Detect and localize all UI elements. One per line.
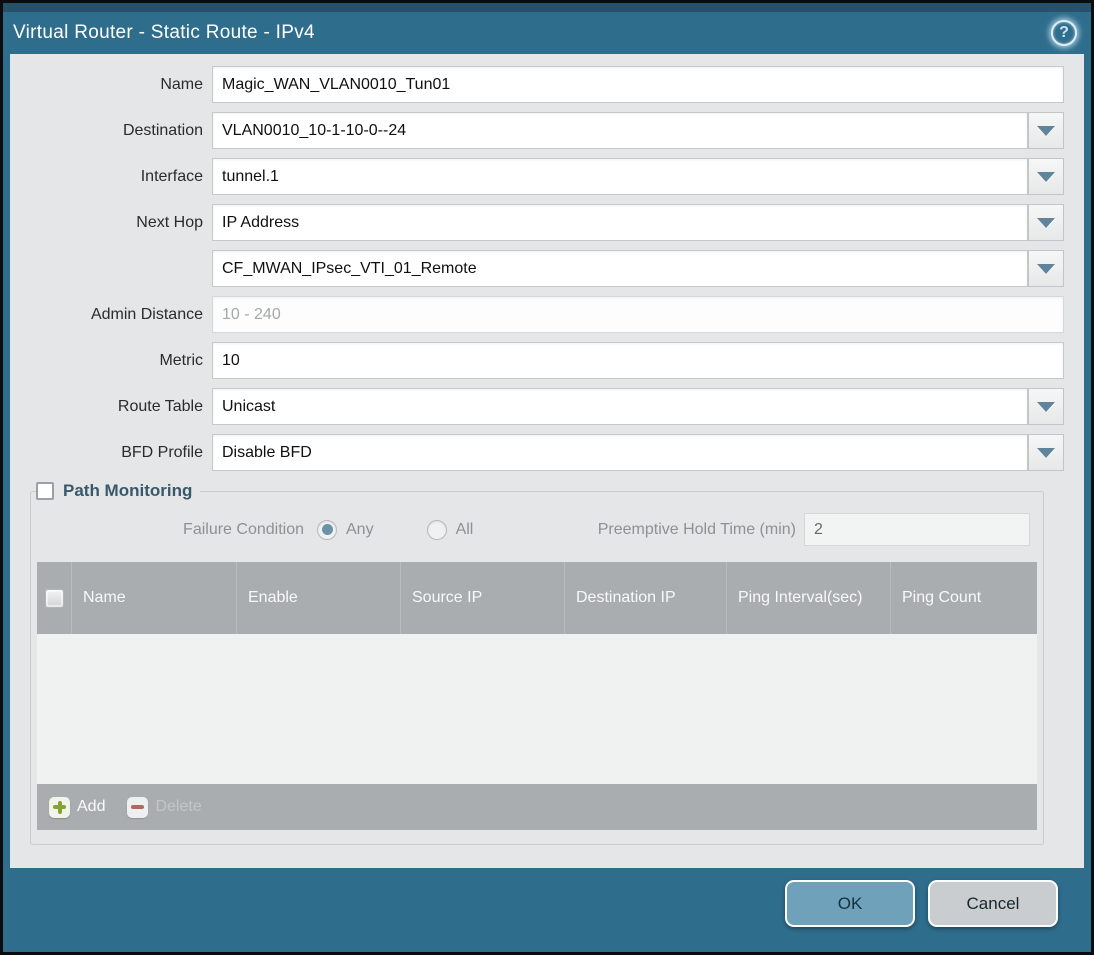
- chevron-down-icon: [1037, 401, 1055, 412]
- admin-distance-field: [212, 296, 1064, 333]
- metric-label: Metric: [159, 352, 203, 369]
- bfd-profile-label: BFD Profile: [121, 444, 203, 461]
- chevron-down-icon: [1037, 171, 1055, 182]
- route-table-dropdown-button[interactable]: [1028, 388, 1064, 425]
- title-bar: Virtual Router - Static Route - IPv4 ?: [3, 12, 1091, 54]
- path-monitoring-label: Path Monitoring: [63, 481, 193, 500]
- name-field: [212, 66, 1064, 103]
- path-monitoring-table: Name Enable Source IP Destination IP Pin…: [37, 562, 1037, 830]
- admin-distance-label: Admin Distance: [90, 306, 203, 323]
- route-table-row: Route Table: [10, 388, 1064, 425]
- dialog-content: Name Destination Interface: [10, 54, 1084, 868]
- table-header-row: Name Enable Source IP Destination IP Pin…: [37, 562, 1037, 634]
- destination-field: [212, 112, 1064, 149]
- minus-icon: [127, 796, 149, 818]
- next-hop-field: [212, 204, 1064, 241]
- interface-dropdown-button[interactable]: [1028, 158, 1064, 195]
- failure-condition-radio-any[interactable]: [317, 519, 337, 540]
- interface-row: Interface: [10, 158, 1064, 195]
- table-header-select-all: [37, 562, 72, 634]
- interface-label: Interface: [140, 168, 203, 185]
- column-header-ping-interval[interactable]: Ping Interval(sec): [727, 562, 891, 634]
- metric-row: Metric: [10, 342, 1064, 379]
- bfd-profile-dropdown-button[interactable]: [1028, 434, 1064, 471]
- next-hop-address-input[interactable]: [212, 250, 1028, 287]
- name-row: Name: [10, 66, 1064, 103]
- interface-field: [212, 158, 1064, 195]
- dialog-title: Virtual Router - Static Route - IPv4: [13, 22, 315, 43]
- table-body-empty: [37, 634, 1037, 784]
- next-hop-address-field: [212, 250, 1064, 287]
- admin-distance-row: Admin Distance: [10, 296, 1064, 333]
- preemptive-hold-time-input[interactable]: [804, 513, 1030, 546]
- chevron-down-icon: [1037, 447, 1055, 458]
- failure-condition-radio-all[interactable]: [426, 519, 447, 540]
- radio-all-label: All: [455, 520, 474, 538]
- name-input[interactable]: [212, 66, 1064, 103]
- chevron-down-icon: [1037, 217, 1055, 228]
- path-monitoring-fieldset: Path Monitoring Failure Condition Any Al…: [30, 481, 1044, 845]
- destination-input[interactable]: [212, 112, 1028, 149]
- add-button[interactable]: Add: [49, 796, 106, 818]
- next-hop-type-input[interactable]: [212, 204, 1028, 241]
- delete-button[interactable]: Delete: [127, 796, 202, 818]
- path-monitoring-checkbox[interactable]: [36, 482, 54, 500]
- chevron-down-icon: [1037, 125, 1055, 136]
- plus-icon: [49, 796, 70, 818]
- delete-button-label: Delete: [155, 798, 202, 815]
- column-header-enable[interactable]: Enable: [237, 562, 401, 634]
- metric-input[interactable]: [212, 342, 1064, 379]
- name-label: Name: [160, 76, 203, 93]
- destination-row: Destination: [10, 112, 1064, 149]
- bfd-profile-field: [212, 434, 1064, 471]
- column-header-ping-count[interactable]: Ping Count: [891, 562, 1037, 634]
- failure-condition-label: Failure Condition: [183, 520, 304, 538]
- interface-input[interactable]: [212, 158, 1028, 195]
- bfd-profile-row: BFD Profile: [10, 434, 1064, 471]
- next-hop-dropdown-button[interactable]: [1028, 204, 1064, 241]
- dialog-frame: Virtual Router - Static Route - IPv4 ? N…: [3, 3, 1091, 952]
- add-button-label: Add: [77, 798, 106, 815]
- window-top-strip: [3, 3, 1091, 12]
- table-toolbar: Add Delete: [37, 784, 1037, 830]
- next-hop-row: Next Hop: [10, 204, 1064, 241]
- dialog-footer: OK Cancel: [3, 868, 1091, 952]
- route-table-input[interactable]: [212, 388, 1028, 425]
- cancel-button[interactable]: Cancel: [928, 880, 1058, 927]
- chevron-down-icon: [1037, 263, 1055, 274]
- dialog-window: Virtual Router - Static Route - IPv4 ? N…: [0, 0, 1094, 955]
- radio-any-label: Any: [346, 520, 374, 538]
- admin-distance-input[interactable]: [212, 296, 1064, 333]
- help-icon[interactable]: ?: [1051, 20, 1077, 46]
- next-hop-label: Next Hop: [136, 214, 203, 231]
- next-hop-address-label: [10, 250, 212, 287]
- column-header-name[interactable]: Name: [72, 562, 237, 634]
- next-hop-address-row: [10, 250, 1064, 287]
- path-monitoring-controls: Failure Condition Any All Preemptive Hol…: [36, 513, 1038, 546]
- column-header-source-ip[interactable]: Source IP: [401, 562, 565, 634]
- route-table-label: Route Table: [117, 398, 203, 415]
- preemptive-hold-time-label: Preemptive Hold Time (min): [597, 520, 796, 538]
- select-all-checkbox[interactable]: [44, 588, 64, 608]
- ok-button[interactable]: OK: [785, 880, 915, 927]
- destination-label: Destination: [122, 122, 203, 139]
- route-table-field: [212, 388, 1064, 425]
- next-hop-address-dropdown-button[interactable]: [1028, 250, 1064, 287]
- bfd-profile-input[interactable]: [212, 434, 1028, 471]
- metric-field: [212, 342, 1064, 379]
- column-header-destination-ip[interactable]: Destination IP: [565, 562, 727, 634]
- destination-dropdown-button[interactable]: [1028, 112, 1064, 149]
- path-monitoring-legend: Path Monitoring: [36, 481, 200, 501]
